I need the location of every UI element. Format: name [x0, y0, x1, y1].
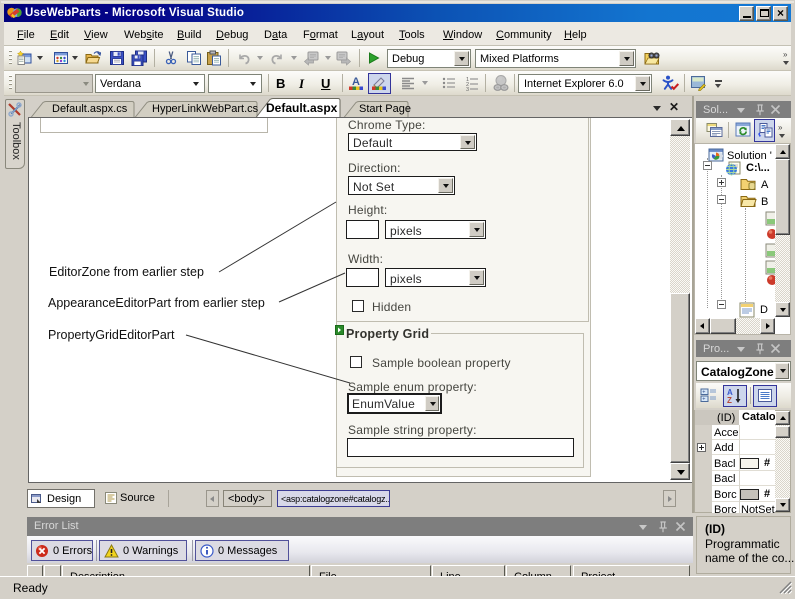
- svg-text:Z: Z: [727, 396, 732, 405]
- svg-text:A: A: [352, 76, 360, 88]
- svg-text:3: 3: [466, 87, 469, 91]
- svg-text:+: +: [702, 397, 705, 403]
- svg-text:+: +: [702, 390, 705, 396]
